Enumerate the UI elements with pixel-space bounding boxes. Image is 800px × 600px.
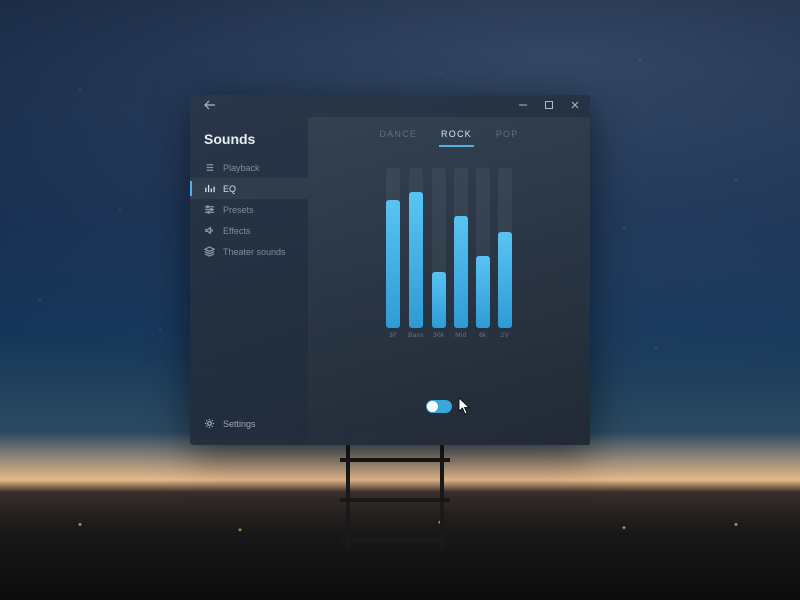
eq-toggle[interactable]	[426, 400, 452, 413]
sidebar-item-label: EQ	[223, 184, 236, 194]
eq-slider-fill	[409, 192, 423, 328]
minimize-button[interactable]	[514, 98, 532, 115]
toggle-knob	[427, 401, 438, 412]
sidebar-item-eq[interactable]: EQ	[190, 178, 308, 199]
speaker-icon	[204, 225, 215, 236]
wallpaper-horizon	[0, 492, 800, 600]
sidebar-title: Sounds	[190, 129, 308, 157]
eq-band-label: 30k	[433, 332, 444, 339]
sidebar-item-label: Playback	[223, 163, 260, 173]
sidebar-item-presets[interactable]: Presets	[190, 199, 308, 220]
eq-slider-track[interactable]	[476, 168, 490, 328]
eq-slider-fill	[432, 272, 446, 328]
eq-band-bass: Bass	[408, 168, 424, 339]
sidebar-item-label: Theater sounds	[223, 247, 286, 257]
tab-dance[interactable]: DANCE	[378, 127, 420, 147]
gear-icon	[204, 418, 215, 429]
bars-icon	[204, 183, 215, 194]
window-controls	[514, 98, 584, 115]
eq-slider-fill	[386, 200, 400, 328]
sliders-icon	[204, 204, 215, 215]
eq-slider-track[interactable]	[409, 168, 423, 328]
mouse-cursor-icon	[458, 397, 472, 415]
eq-band-6k: 6k	[476, 168, 490, 339]
eq-band-3f: 3F	[386, 168, 400, 339]
sidebar: Sounds Playback EQ Presets Effects Theater s…	[190, 117, 308, 445]
eq-band-mid: Mid	[454, 168, 468, 339]
list-icon	[204, 162, 215, 173]
maximize-button[interactable]	[540, 98, 558, 115]
eq-slider-fill	[498, 232, 512, 328]
eq-band-30k: 30k	[432, 168, 446, 339]
equalizer-chart: 3F Bass 30k Mid 6k 2V	[349, 159, 549, 339]
eq-band-label: 2V	[501, 332, 510, 339]
sidebar-item-theater-sounds[interactable]: Theater sounds	[190, 241, 308, 262]
sidebar-item-label: Presets	[223, 205, 254, 215]
preset-tabs: DANCE ROCK POP	[308, 117, 590, 147]
eq-band-2v: 2V	[498, 168, 512, 339]
sidebar-item-playback[interactable]: Playback	[190, 157, 308, 178]
settings-label: Settings	[223, 419, 256, 429]
eq-slider-track[interactable]	[432, 168, 446, 328]
eq-band-label: Mid	[455, 332, 466, 339]
eq-band-label: 3F	[389, 332, 397, 339]
eq-slider-track[interactable]	[386, 168, 400, 328]
tab-pop[interactable]: POP	[494, 127, 521, 147]
main-panel: DANCE ROCK POP 3F Bass 30k Mid 6k 2V	[308, 117, 590, 445]
eq-slider-track[interactable]	[498, 168, 512, 328]
sidebar-item-label: Effects	[223, 226, 250, 236]
close-button[interactable]	[566, 98, 584, 115]
eq-slider-fill	[476, 256, 490, 328]
settings-button[interactable]: Settings	[190, 410, 308, 437]
eq-slider-fill	[454, 216, 468, 328]
tab-rock[interactable]: ROCK	[439, 127, 474, 147]
eq-band-label: 6k	[479, 332, 486, 339]
eq-band-label: Bass	[408, 332, 424, 339]
eq-toggle-row	[426, 397, 472, 415]
sidebar-item-effects[interactable]: Effects	[190, 220, 308, 241]
sounds-window: Sounds Playback EQ Presets Effects Theater s…	[190, 95, 590, 445]
back-button[interactable]	[200, 98, 220, 115]
layers-icon	[204, 246, 215, 257]
titlebar	[190, 95, 590, 117]
eq-slider-track[interactable]	[454, 168, 468, 328]
